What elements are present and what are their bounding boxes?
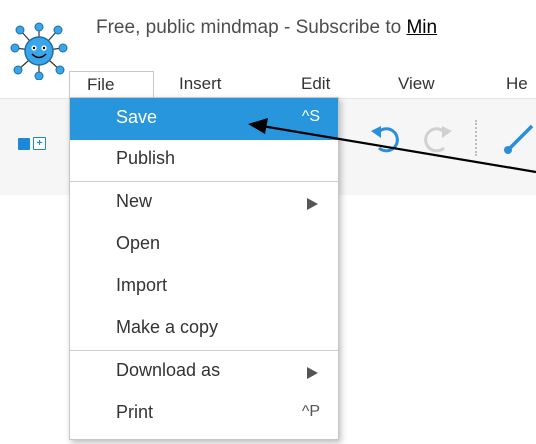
menu-item-label: Import [116,275,168,295]
menu-item-new[interactable]: New [70,182,338,224]
menu-item-label: Print [116,402,154,422]
menu-item-label: Make a copy [116,317,219,337]
title-text: Free, public mindmap - Subscribe to [96,17,407,38]
subscribe-link[interactable]: Min [406,17,437,38]
mindmap-logo-icon[interactable] [10,22,68,80]
page-title: Free, public mindmap - Subscribe to Min [96,17,437,39]
menu-item-import[interactable]: Import [70,266,338,308]
menu-item-label: Save [116,107,158,127]
menu-insert[interactable]: Insert [179,71,222,97]
file-menu-dropdown: Save ^S Publish New Open Import Make a c… [69,97,339,440]
menu-view[interactable]: View [398,71,435,97]
menu-file[interactable]: File [69,71,154,97]
connector-icon[interactable] [496,118,536,158]
menu-item-label: Open [116,233,161,253]
submenu-arrow-icon [307,367,318,379]
redo-icon[interactable] [418,118,458,158]
shortcut-label: ^S [301,108,320,125]
menu-item-download-as[interactable]: Download as [70,351,338,393]
menu-item-label: New [116,191,153,211]
menu-item-publish[interactable]: Publish [70,139,338,181]
menu-item-label: Publish [116,148,176,168]
menu-item-save[interactable]: Save ^S [70,98,338,140]
menu-help[interactable]: He [506,71,528,97]
menu-item-make-a-copy[interactable]: Make a copy [70,308,338,350]
submenu-arrow-icon [307,198,318,210]
menu-item-open[interactable]: Open [70,224,338,266]
menu-item-print[interactable]: Print ^P [70,393,338,435]
menu-edit[interactable]: Edit [301,71,330,97]
add-node-icon[interactable]: + [33,137,46,150]
node-style-icon[interactable] [18,138,30,150]
toolbar-separator [475,120,477,156]
undo-icon[interactable] [365,118,405,158]
menu-item-label: Download as [116,360,221,380]
shortcut-label: ^P [301,403,320,420]
